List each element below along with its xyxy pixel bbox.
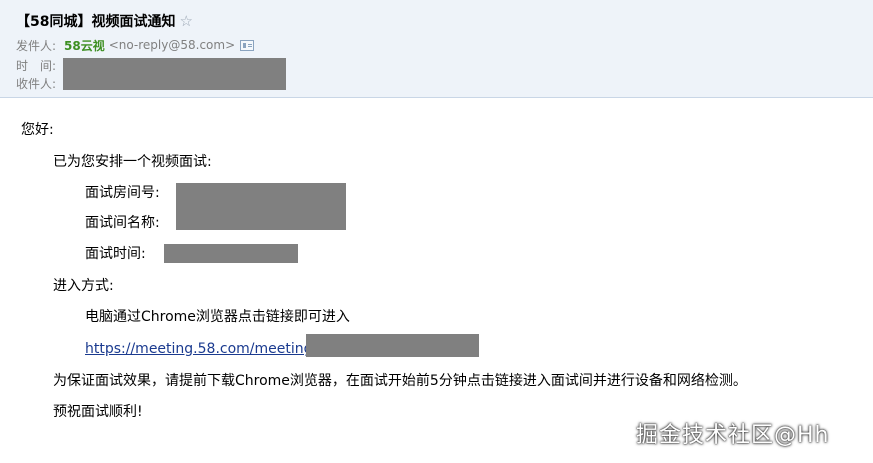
time-row: 时 间:: [16, 57, 64, 73]
room-number-label: 面试房间号:: [85, 185, 160, 201]
recipient-row: 收件人:: [16, 75, 64, 91]
redacted-link-suffix: [306, 334, 479, 357]
entry-instruction: 电脑通过Chrome浏览器点击链接即可进入: [85, 309, 350, 325]
to-label: 收件人:: [16, 76, 57, 91]
entry-method-label: 进入方式:: [53, 278, 114, 294]
star-outline-icon[interactable]: ☆: [179, 13, 192, 29]
sender-name[interactable]: 58云视: [64, 37, 105, 54]
from-label: 发件人:: [16, 38, 57, 53]
redacted-time-and-recipient: [63, 58, 286, 90]
notice-text: 为保证面试效果，请提前下载Chrome浏览器，在面试开始前5分钟点击链接进入面试…: [53, 373, 747, 389]
greeting: 您好:: [21, 122, 54, 138]
contact-card-icon[interactable]: [240, 39, 255, 51]
intro-text: 已为您安排一个视频面试:: [53, 154, 212, 170]
sender-email[interactable]: <no-reply@58.com>: [109, 38, 235, 52]
email-header: 【58同城】视频面试通知 ☆ 发件人: 58云视 <no-reply@58.co…: [0, 0, 873, 98]
time-label: 时 间:: [16, 58, 57, 73]
closing-text: 预祝面试顺利!: [53, 404, 143, 420]
redacted-interview-time: [164, 244, 298, 263]
room-name-label: 面试间名称:: [85, 215, 160, 231]
interview-time-label: 面试时间:: [85, 246, 146, 262]
email-subject: 【58同城】视频面试通知: [16, 14, 176, 30]
watermark: 掘金技术社区@Hh: [636, 423, 830, 448]
sender-row: 发件人: 58云视 <no-reply@58.com>: [16, 37, 255, 54]
meeting-link[interactable]: https://meeting.58.com/meeting: [85, 340, 313, 358]
subject-row: 【58同城】视频面试通知 ☆: [16, 11, 193, 31]
redacted-room-info: [176, 183, 346, 230]
